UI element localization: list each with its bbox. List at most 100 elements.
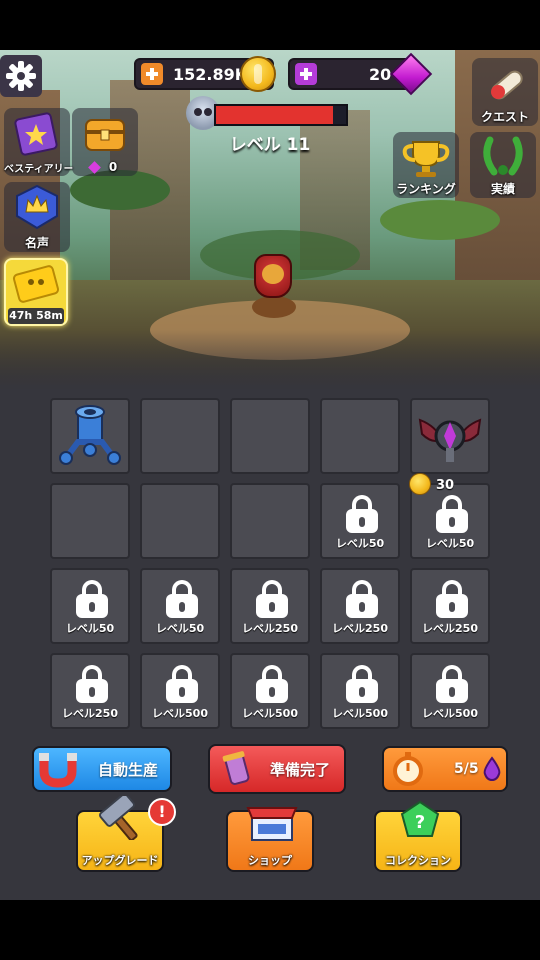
grid-slot[interactable] bbox=[50, 398, 130, 474]
bestiary-button[interactable]: ベスティアリー bbox=[4, 108, 74, 176]
quest-button[interactable]: クエスト bbox=[472, 58, 538, 126]
locked-slot[interactable]: レベル50 bbox=[320, 483, 400, 559]
enemy-level-label: レベル 11 bbox=[229, 135, 311, 155]
unlock-level-label: レベル250 bbox=[332, 622, 388, 635]
add-gold-button[interactable] bbox=[141, 63, 163, 85]
enemy-pedestal bbox=[252, 296, 296, 318]
locked-slot[interactable]: レベル250 bbox=[230, 568, 310, 644]
auto-produce-label: 自動生産 bbox=[98, 760, 159, 779]
turret-icon bbox=[59, 405, 121, 465]
grid-slot[interactable] bbox=[230, 398, 310, 474]
auto-produce-button[interactable]: 自動生産 bbox=[32, 746, 172, 792]
locked-slot[interactable]: レベル500 bbox=[320, 653, 400, 729]
ranking-button[interactable]: ランキング bbox=[393, 132, 459, 198]
add-gems-button[interactable] bbox=[295, 63, 317, 85]
lock-icon bbox=[166, 580, 198, 618]
lock-icon bbox=[436, 665, 468, 703]
grid-slot[interactable] bbox=[140, 483, 220, 559]
ready-label: 準備完了 bbox=[270, 760, 331, 779]
enemy-hp-fill bbox=[216, 106, 333, 124]
locked-slot[interactable]: レベル250 bbox=[320, 568, 400, 644]
bestiary-label: ベスティアリー bbox=[4, 164, 74, 175]
scroll-icon bbox=[491, 70, 523, 100]
achievements-label: 実績 bbox=[490, 182, 515, 196]
scroll-potion-icon bbox=[222, 751, 250, 785]
locked-slot[interactable]: レベル250 bbox=[50, 653, 130, 729]
top-status-bar bbox=[0, 0, 540, 50]
locked-slot[interactable]: レベル500 bbox=[140, 653, 220, 729]
locked-slot[interactable]: レベル500 bbox=[230, 653, 310, 729]
scene-fade bbox=[0, 330, 540, 390]
gem-chest-button[interactable]: 0 bbox=[72, 108, 138, 176]
grid-slot[interactable] bbox=[50, 483, 130, 559]
shop-stall-icon bbox=[246, 807, 298, 841]
unlock-level-label: レベル250 bbox=[422, 622, 478, 635]
enemy-face bbox=[262, 264, 284, 284]
unlock-level-label: レベル50 bbox=[425, 537, 475, 550]
unlock-coin-icon bbox=[409, 473, 431, 495]
book-icon bbox=[14, 112, 58, 156]
stopwatch-icon bbox=[393, 752, 423, 786]
ticket-timer: 47h 58m bbox=[8, 308, 64, 324]
crown-badge-icon bbox=[16, 184, 58, 230]
lock-icon bbox=[256, 580, 288, 618]
grid-slot[interactable] bbox=[140, 398, 220, 474]
achievements-button[interactable]: 実績 bbox=[470, 132, 536, 198]
quest-label: クエスト bbox=[480, 110, 529, 124]
unlock-level-label: レベル50 bbox=[155, 622, 205, 635]
question-gem-icon: ? bbox=[400, 800, 440, 837]
energy-button[interactable]: 5/5 bbox=[382, 746, 508, 792]
gold-coin-icon bbox=[240, 56, 276, 92]
shop-button[interactable]: ショップ bbox=[226, 807, 314, 872]
ticket-offer-button[interactable]: 47h 58m bbox=[4, 258, 68, 326]
magnet-icon bbox=[39, 753, 77, 788]
lock-icon bbox=[166, 665, 198, 703]
tree bbox=[380, 200, 500, 240]
unlock-level-label: レベル250 bbox=[62, 707, 118, 720]
lock-icon bbox=[436, 495, 468, 533]
collection-button[interactable]: ? コレクション bbox=[374, 800, 462, 872]
locked-slot[interactable]: レベル250 bbox=[410, 568, 490, 644]
settings-button[interactable] bbox=[0, 55, 42, 97]
unlock-level-label: レベル500 bbox=[422, 707, 478, 720]
locked-slot[interactable]: レベル50 bbox=[50, 568, 130, 644]
locked-slot[interactable]: レベル500 bbox=[410, 653, 490, 729]
lock-icon bbox=[346, 495, 378, 533]
laurel-wreath-icon bbox=[483, 136, 523, 176]
shop-label: ショップ bbox=[248, 854, 292, 867]
ranking-label: ランキング bbox=[396, 182, 456, 196]
gem-amount: 20 bbox=[369, 64, 392, 84]
lock-icon bbox=[346, 580, 378, 618]
grid-slot[interactable] bbox=[230, 483, 310, 559]
fame-button[interactable]: 名声 bbox=[4, 182, 70, 252]
unlock-cost: 30 bbox=[436, 478, 455, 493]
chest-gem-count: 0 bbox=[108, 160, 118, 174]
locked-slot[interactable]: レベル50 bbox=[140, 568, 220, 644]
lock-icon bbox=[346, 665, 378, 703]
unlock-level-label: レベル500 bbox=[242, 707, 298, 720]
purple-drop-icon bbox=[483, 756, 500, 782]
ready-button[interactable]: 準備完了 bbox=[208, 744, 346, 794]
svg-text:?: ? bbox=[415, 812, 425, 833]
enemy-hp-bar bbox=[214, 104, 348, 126]
unlock-level-label: レベル50 bbox=[65, 622, 115, 635]
lock-icon bbox=[76, 580, 108, 618]
gear-icon bbox=[6, 61, 36, 91]
grid-slot[interactable] bbox=[410, 398, 490, 474]
fame-label: 名声 bbox=[24, 236, 49, 250]
grid-slot[interactable] bbox=[320, 398, 400, 474]
treasure-chest-icon bbox=[85, 119, 125, 151]
unlock-level-label: レベル50 bbox=[335, 537, 385, 550]
lock-icon bbox=[256, 665, 288, 703]
winged-emblem-icon bbox=[418, 418, 482, 462]
lock-icon bbox=[436, 580, 468, 618]
collection-label: コレクション bbox=[385, 854, 451, 867]
bottom-system-bar bbox=[0, 900, 540, 960]
ticket-icon bbox=[12, 265, 60, 303]
lock-icon bbox=[76, 665, 108, 703]
upgrade-alert-badge: ! bbox=[148, 798, 176, 826]
upgrade-label: アップグレード bbox=[81, 854, 159, 867]
battle-scene bbox=[0, 50, 540, 390]
unlock-level-label: レベル500 bbox=[152, 707, 208, 720]
energy-count: 5/5 bbox=[454, 761, 479, 777]
